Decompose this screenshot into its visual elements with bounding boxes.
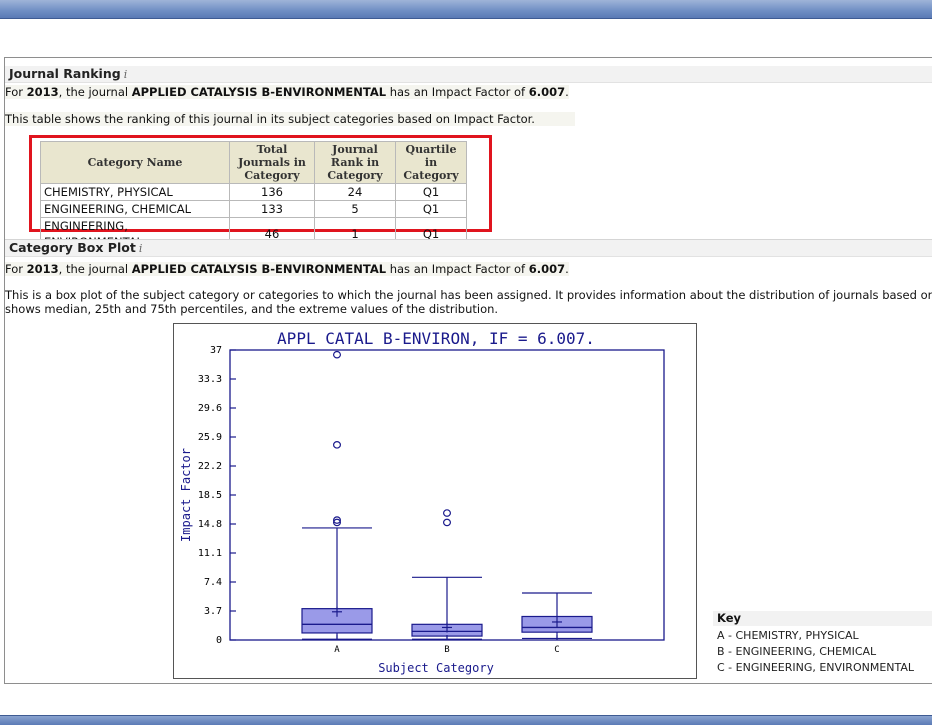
year-line-mid2: has an Impact Factor of xyxy=(386,262,529,276)
year-line-mid: , the journal xyxy=(58,85,132,99)
ranking-table: Category Name Total Journals in Category… xyxy=(40,141,467,251)
box-plot-heading: Category Box Plot i xyxy=(5,239,932,257)
year-line-mid: , the journal xyxy=(58,262,132,276)
total-cell: 136 xyxy=(229,183,315,201)
key-item-a: A - CHEMISTRY, PHYSICAL xyxy=(717,629,859,642)
box-plot-title: Category Box Plot xyxy=(9,240,136,255)
info-icon[interactable]: i xyxy=(139,241,143,257)
journal-ranking-heading: Journal Ranking i xyxy=(5,66,932,83)
impact-factor-value: 6.007 xyxy=(528,85,566,99)
boxplot-description-2: shows median, 25th and 75th percentiles,… xyxy=(5,302,499,316)
ranking-year-line: For 2013, the journal APPLIED CATALYSIS … xyxy=(5,85,569,99)
outlier-point xyxy=(333,441,342,449)
y-tick-label: 11.1 xyxy=(198,548,222,559)
table-row: CHEMISTRY, PHYSICAL 136 24 Q1 xyxy=(40,183,467,201)
x-tick-label: C xyxy=(554,645,559,655)
outlier-point xyxy=(333,350,342,359)
col-total-journals: Total Journals in Category xyxy=(229,141,315,184)
ranking-description: This table shows the ranking of this jou… xyxy=(5,112,575,126)
y-tick-label: 29.6 xyxy=(198,403,222,414)
col-journal-rank: Journal Rank in Category xyxy=(314,141,396,184)
quartile-cell: Q1 xyxy=(395,183,467,201)
boxplot-year-line: For 2013, the journal APPLIED CATALYSIS … xyxy=(5,262,569,276)
boxplot-description-1: This is a box plot of the subject catego… xyxy=(5,288,932,302)
x-tick-label: B xyxy=(444,645,449,655)
impact-factor-value: 6.007 xyxy=(528,262,566,276)
x-axis-label: Subject Category xyxy=(378,661,494,675)
y-tick-label: 25.9 xyxy=(198,432,222,443)
y-tick-label: 3.7 xyxy=(204,606,222,617)
year-line-suffix: . xyxy=(565,85,569,99)
rank-cell: 24 xyxy=(314,183,396,201)
journal-name: APPLIED CATALYSIS B-ENVIRONMENTAL xyxy=(131,85,387,99)
key-item-b: B - ENGINEERING, CHEMICAL xyxy=(717,645,877,658)
box-plot-frame: APPL CATAL B-ENVIRON, IF = 6.007. 37 33.3 2… xyxy=(173,323,697,679)
y-tick-label: 22.2 xyxy=(198,461,222,472)
outlier-point xyxy=(443,518,452,527)
x-tick-label: A xyxy=(334,645,340,655)
ranking-table-header: Category Name Total Journals in Category… xyxy=(40,141,467,184)
y-tick-label: 18.5 xyxy=(198,490,222,501)
y-tick-label: 0 xyxy=(216,635,222,646)
rank-cell: 5 xyxy=(314,200,396,218)
journal-name: APPLIED CATALYSIS B-ENVIRONMENTAL xyxy=(131,262,387,276)
year-value: 2013 xyxy=(26,85,59,99)
y-tick-label: 7.4 xyxy=(204,577,222,588)
col-quartile: Quartile in Category xyxy=(395,141,467,184)
category-cell: ENGINEERING, CHEMICAL xyxy=(40,200,230,218)
box-plot-chart: APPL CATAL B-ENVIRON, IF = 6.007. 37 33.3 2… xyxy=(179,329,665,675)
quartile-cell: Q1 xyxy=(395,200,467,218)
chart-title: APPL CATAL B-ENVIRON, IF = 6.007. xyxy=(277,329,595,348)
year-line-mid2: has an Impact Factor of xyxy=(386,85,529,99)
outlier-point xyxy=(443,509,452,517)
year-line-prefix: For xyxy=(5,85,27,99)
info-icon[interactable]: i xyxy=(124,67,128,83)
year-value: 2013 xyxy=(26,262,59,276)
journal-ranking-title: Journal Ranking xyxy=(9,66,121,81)
table-row: ENGINEERING, CHEMICAL 133 5 Q1 xyxy=(40,200,467,218)
col-category-name: Category Name xyxy=(40,141,230,184)
y-axis-label: Impact Factor xyxy=(179,448,193,542)
year-line-suffix: . xyxy=(565,262,569,276)
y-tick-label: 33.3 xyxy=(198,374,222,385)
total-cell: 133 xyxy=(229,200,315,218)
key-item-c: C - ENGINEERING, ENVIRONMENTAL xyxy=(717,661,915,674)
year-line-prefix: For xyxy=(5,262,27,276)
y-tick-label: 14.8 xyxy=(198,519,222,530)
window-header-bar xyxy=(0,0,932,19)
category-cell: CHEMISTRY, PHYSICAL xyxy=(40,183,230,201)
y-tick-label: 37 xyxy=(210,345,222,356)
key-heading: Key xyxy=(713,611,932,626)
